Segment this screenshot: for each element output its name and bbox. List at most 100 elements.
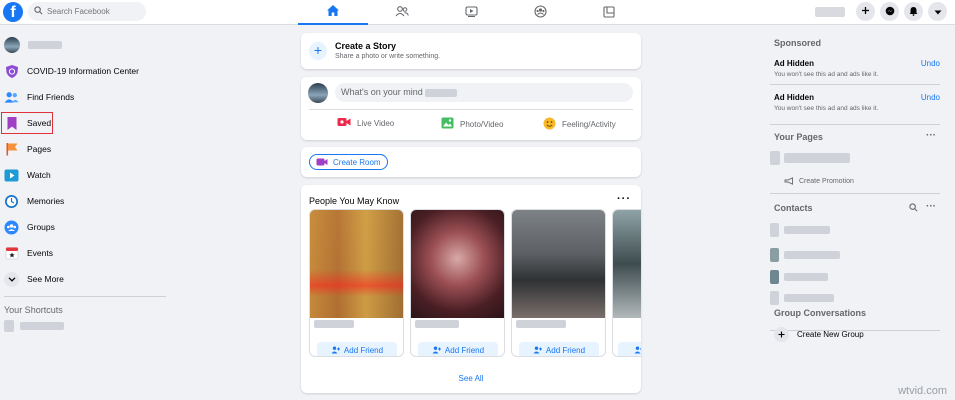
shortcut-name-blurred — [20, 322, 64, 330]
gaming-icon — [603, 5, 615, 20]
pymk-person-card: Add Friend — [511, 209, 606, 357]
contact-avatar-blurred — [770, 248, 779, 262]
photo-icon — [441, 117, 454, 131]
story-title: Create a Story — [335, 41, 397, 51]
left-sidebar: COVID-19 Information Center Find Friends… — [0, 32, 170, 337]
more-options-icon[interactable]: ··· — [926, 130, 936, 141]
plus-icon — [861, 6, 870, 17]
sidebar-item-pages[interactable]: Pages — [0, 136, 170, 162]
more-options-icon[interactable]: ··· — [926, 201, 936, 212]
friends-icon — [4, 90, 19, 105]
tab-friends[interactable] — [367, 0, 437, 25]
avatar — [4, 37, 20, 53]
whats-on-your-mind-input[interactable]: What's on your mind — [335, 83, 633, 102]
group-conversations-title: Group Conversations — [774, 308, 867, 318]
sidebar-item-see-more[interactable]: See More — [0, 266, 170, 292]
add-user-icon — [634, 346, 641, 354]
sidebar-item-label: Memories — [27, 196, 65, 206]
tab-watch[interactable] — [436, 0, 506, 25]
add-friend-button[interactable]: Add Friend — [317, 342, 397, 356]
contact-avatar-blurred — [770, 291, 779, 305]
flag-icon — [4, 142, 19, 157]
messenger-button[interactable] — [880, 2, 899, 21]
facebook-logo[interactable]: f — [3, 2, 23, 22]
add-user-icon — [331, 346, 340, 354]
person-photo-blurred[interactable] — [613, 210, 641, 318]
see-all-link[interactable]: See All — [301, 374, 641, 383]
contact-name-blurred[interactable] — [784, 226, 830, 234]
saved-highlight-box: Saved — [1, 112, 53, 134]
ad-hidden-row: Ad Hidden You won't see this ad and ads … — [770, 93, 940, 112]
sidebar-item-covid[interactable]: COVID-19 Information Center — [0, 58, 170, 84]
plus-icon — [774, 327, 789, 342]
sidebar-item-groups[interactable]: Groups — [0, 214, 170, 240]
create-room-label: Create Room — [333, 157, 381, 167]
create-button[interactable] — [856, 2, 875, 21]
sidebar-item-saved[interactable]: Saved — [0, 110, 170, 136]
photo-video-button[interactable]: Photo/Video — [441, 117, 503, 131]
create-promotion-button[interactable]: Create Promotion — [784, 177, 854, 185]
tab-gaming[interactable] — [574, 0, 644, 25]
person-photo-blurred[interactable] — [512, 210, 605, 318]
tab-groups[interactable] — [505, 0, 575, 25]
live-video-button[interactable]: Live Video — [337, 117, 394, 129]
undo-link[interactable]: Undo — [921, 93, 940, 102]
person-name-blurred — [314, 320, 354, 328]
more-options-icon[interactable]: ··· — [617, 193, 631, 205]
search-icon[interactable] — [909, 203, 918, 214]
account-menu-button[interactable] — [928, 2, 947, 21]
add-friend-label: Add Friend — [444, 345, 485, 355]
tab-home[interactable] — [298, 0, 368, 25]
search-input[interactable] — [47, 7, 142, 16]
sidebar-item-find-friends[interactable]: Find Friends — [0, 84, 170, 110]
shortcut-avatar-blurred — [4, 320, 14, 332]
search-icon — [34, 6, 43, 17]
person-photo-blurred[interactable] — [411, 210, 504, 318]
live-video-label: Live Video — [357, 118, 395, 128]
sidebar-item-events[interactable]: Events — [0, 240, 170, 266]
create-new-group-button[interactable]: Create New Group — [774, 327, 864, 342]
composer-divider — [309, 109, 633, 110]
live-video-icon — [337, 117, 351, 129]
contact-avatar-blurred — [770, 270, 779, 284]
sidebar-item-label: COVID-19 Information Center — [27, 66, 139, 76]
home-icon — [326, 4, 340, 19]
person-name-blurred — [516, 320, 566, 328]
sidebar-item-memories[interactable]: Memories — [0, 188, 170, 214]
clock-icon — [4, 194, 19, 209]
page-avatar-blurred — [770, 151, 780, 165]
caret-down-icon — [934, 7, 942, 17]
feeling-activity-button[interactable]: Feeling/Activity — [543, 117, 616, 132]
add-friend-button[interactable]: Add Friend — [519, 342, 599, 356]
groups-icon — [4, 220, 19, 235]
add-friend-button[interactable]: Add Friend — [418, 342, 498, 356]
story-subtitle: Share a photo or write something. — [335, 53, 441, 60]
profile-name-blurred — [28, 41, 62, 49]
shortcut-item[interactable] — [0, 315, 170, 337]
your-pages-title: Your Pages — [774, 132, 823, 142]
sidebar-item-profile[interactable] — [0, 32, 170, 58]
add-friend-button[interactable] — [618, 342, 641, 356]
shortcuts-title: Your Shortcuts — [4, 305, 63, 315]
ad-hidden-title: Ad Hidden — [774, 59, 814, 68]
sidebar-item-watch[interactable]: Watch — [0, 162, 170, 188]
page-name-blurred[interactable] — [784, 153, 850, 163]
notifications-button[interactable] — [904, 2, 923, 21]
sidebar-item-label: Saved — [27, 118, 52, 128]
contact-name-blurred[interactable] — [784, 273, 828, 281]
create-story-card[interactable]: + Create a Story Share a photo or write … — [301, 33, 641, 69]
contact-name-blurred[interactable] — [784, 251, 840, 259]
create-room-button[interactable]: Create Room — [309, 154, 388, 170]
smiley-icon — [543, 117, 556, 132]
contacts-title: Contacts — [774, 203, 813, 213]
groups-icon — [533, 5, 547, 20]
undo-link[interactable]: Undo — [921, 59, 940, 68]
watch-icon — [4, 168, 19, 183]
search-box[interactable] — [28, 2, 146, 21]
sidebar-item-label: Watch — [27, 170, 51, 180]
pymk-title: People You May Know — [309, 196, 400, 206]
contact-name-blurred[interactable] — [784, 294, 834, 302]
profile-name-blurred[interactable] — [815, 6, 845, 17]
contact-avatar-blurred — [770, 223, 779, 237]
person-photo-blurred[interactable] — [310, 210, 403, 318]
